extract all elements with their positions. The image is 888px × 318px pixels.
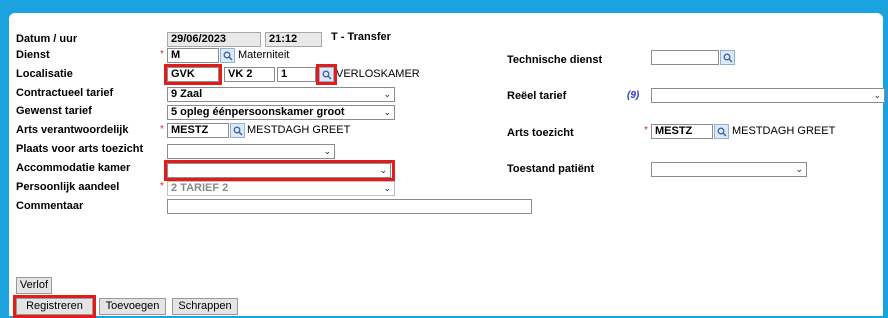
search-icon[interactable] xyxy=(319,67,334,82)
accommodatie-kamer-select[interactable]: ⌄ xyxy=(167,163,391,178)
reeel-tarief-select[interactable]: ⌄ xyxy=(651,88,885,103)
contractueel-tarief-value: 9 Zaal xyxy=(171,88,203,100)
arts-verantwoordelijk-label: Arts verantwoordelijk xyxy=(16,124,129,136)
persoonlijk-aandeel-select[interactable]: 2 TARIEF 2 ⌄ xyxy=(167,181,395,196)
plaats-arts-toezicht-label: Plaats voor arts toezicht xyxy=(16,143,144,155)
registreren-button[interactable]: Registreren xyxy=(16,298,93,315)
toevoegen-button[interactable]: Toevoegen xyxy=(99,298,166,315)
chevron-down-icon: ⌄ xyxy=(873,90,881,100)
reeel-tarief-label: Reëel tarief xyxy=(507,90,567,102)
form-panel: Datum / uur 29/06/2023 21:12 T - Transfe… xyxy=(9,13,885,318)
localisatie-code-input[interactable]: GVK xyxy=(167,67,219,82)
commentaar-input[interactable] xyxy=(167,199,532,214)
plaats-arts-toezicht-select[interactable]: ⌄ xyxy=(167,144,335,159)
chevron-down-icon: ⌄ xyxy=(383,107,391,117)
dienst-name: Materniteit xyxy=(238,49,290,61)
date-field[interactable]: 29/06/2023 xyxy=(167,32,261,47)
search-icon[interactable] xyxy=(720,50,735,65)
bed-input[interactable]: 1 xyxy=(277,67,316,82)
localisatie-label: Localisatie xyxy=(16,68,73,80)
toestand-patient-select[interactable]: ⌄ xyxy=(651,162,807,177)
chevron-down-icon: ⌄ xyxy=(379,165,387,175)
accommodatie-kamer-label: Accommodatie kamer xyxy=(16,162,131,174)
search-icon[interactable] xyxy=(230,123,245,138)
chevron-down-icon: ⌄ xyxy=(383,89,391,99)
persoonlijk-aandeel-value: 2 TARIEF 2 xyxy=(171,182,229,194)
search-icon[interactable] xyxy=(714,124,729,139)
dienst-code-input[interactable]: M xyxy=(167,48,219,63)
chevron-down-icon: ⌄ xyxy=(795,164,803,174)
room-input[interactable]: VK 2 xyxy=(224,67,275,82)
persoonlijk-aandeel-label: Persoonlijk aandeel xyxy=(16,181,120,193)
required-marker: * xyxy=(644,125,648,136)
chevron-down-icon: ⌄ xyxy=(383,183,391,193)
dienst-label: Dienst xyxy=(16,49,50,61)
arts-toezicht-code-input[interactable]: MESTZ xyxy=(651,124,713,139)
toestand-patient-label: Toestand patiënt xyxy=(507,163,595,175)
chevron-down-icon: ⌄ xyxy=(323,146,331,156)
required-marker: * xyxy=(160,49,164,60)
technische-dienst-input[interactable] xyxy=(651,50,719,65)
search-icon[interactable] xyxy=(220,48,235,63)
gewenst-tarief-value: 5 opleg éénpersoonskamer groot xyxy=(171,106,345,118)
contractueel-tarief-select[interactable]: 9 Zaal ⌄ xyxy=(167,87,395,102)
arts-verantwoordelijk-code-input[interactable]: MESTZ xyxy=(167,123,229,138)
time-field[interactable]: 21:12 xyxy=(265,32,322,47)
localisatie-name: VERLOSKAMER xyxy=(336,68,420,80)
reeel-tarief-count: (9) xyxy=(627,90,640,101)
movement-type: T - Transfer xyxy=(331,31,391,43)
datum-label: Datum / uur xyxy=(16,33,78,45)
schrappen-button[interactable]: Schrappen xyxy=(172,298,238,315)
arts-toezicht-label: Arts toezicht xyxy=(507,127,574,139)
arts-toezicht-name: MESTDAGH GREET xyxy=(732,125,836,137)
gewenst-tarief-label: Gewenst tarief xyxy=(16,105,92,117)
required-marker: * xyxy=(160,124,164,135)
technische-dienst-label: Technische dienst xyxy=(507,54,603,66)
arts-verantwoordelijk-name: MESTDAGH GREET xyxy=(247,124,351,136)
commentaar-label: Commentaar xyxy=(16,200,84,212)
required-marker: * xyxy=(160,181,164,192)
gewenst-tarief-select[interactable]: 5 opleg éénpersoonskamer groot ⌄ xyxy=(167,105,395,120)
contractueel-tarief-label: Contractueel tarief xyxy=(16,87,114,99)
verlof-button[interactable]: Verlof xyxy=(16,277,52,294)
